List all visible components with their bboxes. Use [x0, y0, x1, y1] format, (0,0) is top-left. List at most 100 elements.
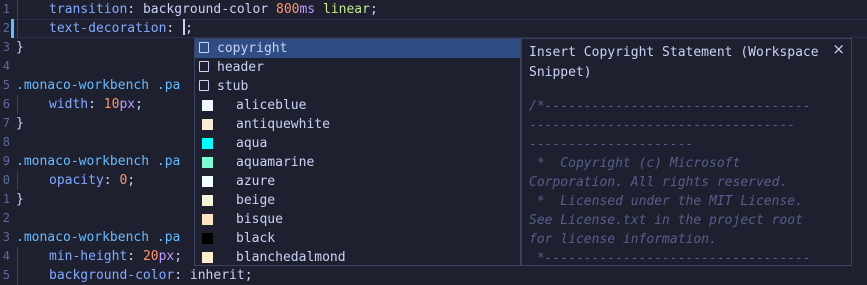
- suggest-item-label: header: [217, 60, 264, 75]
- code-token: 10: [103, 97, 120, 112]
- suggest-item-label: azure: [236, 174, 276, 189]
- code-token: inherit: [189, 268, 245, 283]
- code-token: :: [166, 21, 183, 36]
- close-icon[interactable]: ×: [832, 40, 845, 58]
- color-swatch-icon: [202, 157, 213, 168]
- line-number: 6: [2, 97, 10, 111]
- code-token: ;: [135, 97, 143, 112]
- line-number: 5: [2, 268, 10, 282]
- suggest-item-azure[interactable]: azure: [195, 172, 520, 191]
- color-swatch-icon: [202, 119, 213, 130]
- snippet-icon: [199, 80, 209, 91]
- line-number: 0: [2, 173, 10, 187]
- color-swatch-icon: [202, 252, 213, 263]
- suggest-item-label: beige: [236, 193, 276, 208]
- line-number: 7: [2, 116, 10, 130]
- code-text[interactable]: background-color: inherit;: [16, 266, 253, 285]
- suggest-item-label: black: [236, 231, 276, 246]
- line-number: 1: [2, 2, 10, 16]
- code-text[interactable]: min-height: 20px;: [16, 247, 182, 266]
- suggest-item-bisque[interactable]: bisque: [195, 210, 520, 229]
- code-text[interactable]: width: 10px;: [16, 95, 143, 114]
- code-token: opacity: [49, 173, 104, 188]
- suggest-item-header[interactable]: header: [195, 58, 520, 77]
- suggest-item-stub[interactable]: stub: [195, 77, 520, 96]
- suggest-item-label: aliceblue: [236, 98, 307, 113]
- color-swatch-icon: [202, 233, 213, 244]
- suggest-item-label: bisque: [236, 212, 283, 227]
- code-token: ;: [244, 268, 253, 283]
- color-swatch-icon: [202, 138, 213, 149]
- code-token: linear: [322, 2, 370, 17]
- code-token: ms: [299, 2, 316, 17]
- code-text[interactable]: opacity: 0;: [16, 171, 135, 190]
- code-text[interactable]: .monaco-workbench .pa: [16, 228, 180, 247]
- suggest-item-label: stub: [217, 79, 249, 94]
- code-token: :: [127, 2, 143, 17]
- code-text[interactable]: }: [16, 190, 24, 209]
- suggest-item-blanchedalmond[interactable]: blanchedalmond: [195, 248, 520, 265]
- code-token: background-color: [142, 2, 276, 17]
- suggest-item-black[interactable]: black: [195, 229, 520, 248]
- suggest-item-label: antiquewhite: [236, 117, 330, 132]
- code-token: transition: [49, 2, 128, 17]
- line-number: 9: [2, 154, 10, 168]
- suggest-item-antiquewhite[interactable]: antiquewhite: [195, 115, 520, 134]
- color-swatch-icon: [202, 176, 213, 187]
- code-token: .monaco-workbench .pa: [16, 78, 181, 93]
- code-token: ;: [185, 21, 193, 36]
- code-line[interactable]: 5 background-color: inherit;: [0, 266, 867, 285]
- code-token: px: [158, 249, 175, 264]
- code-token: min-height: [49, 249, 128, 264]
- line-number: 2: [2, 211, 10, 225]
- code-token: :: [127, 249, 143, 264]
- line-number: 8: [2, 135, 10, 149]
- code-token: ;: [369, 2, 378, 17]
- suggest-item-beige[interactable]: beige: [195, 191, 520, 210]
- code-token: 20: [142, 249, 159, 264]
- suggest-widget[interactable]: copyright header stub aliceblue antiquewhite…: [194, 38, 521, 266]
- snippet-icon: [199, 42, 209, 53]
- code-token: }: [16, 116, 24, 131]
- suggest-item-label: copyright: [217, 41, 288, 56]
- code-token: ;: [127, 173, 136, 188]
- suggest-item-copyright[interactable]: copyright: [195, 39, 520, 58]
- code-token: }: [16, 192, 24, 207]
- color-swatch-icon: [202, 195, 213, 206]
- line-number: 4: [2, 59, 10, 73]
- code-token: 800: [276, 2, 300, 17]
- code-text[interactable]: .monaco-workbench .pa: [16, 76, 180, 95]
- code-token: width: [49, 97, 89, 112]
- suggest-item-label: aqua: [236, 136, 268, 151]
- suggest-item-aqua[interactable]: aqua: [195, 134, 520, 153]
- line-number: 3: [2, 230, 10, 244]
- code-text[interactable]: transition: background-color 800ms linea…: [16, 0, 378, 19]
- details-title: Insert Copyright Statement (Workspace Sn…: [529, 45, 819, 80]
- suggest-item-aquamarine[interactable]: aquamarine: [195, 153, 520, 172]
- code-token: }: [16, 40, 24, 55]
- details-body: /*---------------------------------- ---…: [529, 99, 811, 266]
- code-text[interactable]: }: [16, 38, 24, 57]
- code-token: .monaco-workbench .pa: [16, 154, 181, 169]
- color-swatch-icon: [202, 214, 213, 225]
- snippet-icon: [199, 61, 209, 72]
- line-number: 1: [2, 192, 10, 206]
- code-token: ;: [174, 249, 183, 264]
- code-text[interactable]: .monaco-workbench .pa: [16, 152, 180, 171]
- code-line[interactable]: 1 transition: background-color 800ms line…: [0, 0, 867, 19]
- code-token: .monaco-workbench .pa: [16, 230, 181, 245]
- suggest-details-panel: Insert Copyright Statement (Workspace Sn…: [521, 38, 852, 266]
- line-number: 2: [2, 21, 10, 35]
- code-text[interactable]: text-decoration: ;: [16, 19, 193, 38]
- code-token: :: [103, 173, 120, 188]
- suggest-item-label: aquamarine: [236, 155, 315, 170]
- code-text[interactable]: }: [16, 114, 24, 133]
- code-token: :: [174, 268, 190, 283]
- color-swatch-icon: [202, 100, 213, 111]
- suggest-item-aliceblue[interactable]: aliceblue: [195, 96, 520, 115]
- line-number: 3: [2, 40, 10, 54]
- code-line[interactable]: 2 text-decoration: ;: [0, 19, 867, 38]
- code-token: :: [88, 97, 104, 112]
- code-token: px: [119, 97, 136, 112]
